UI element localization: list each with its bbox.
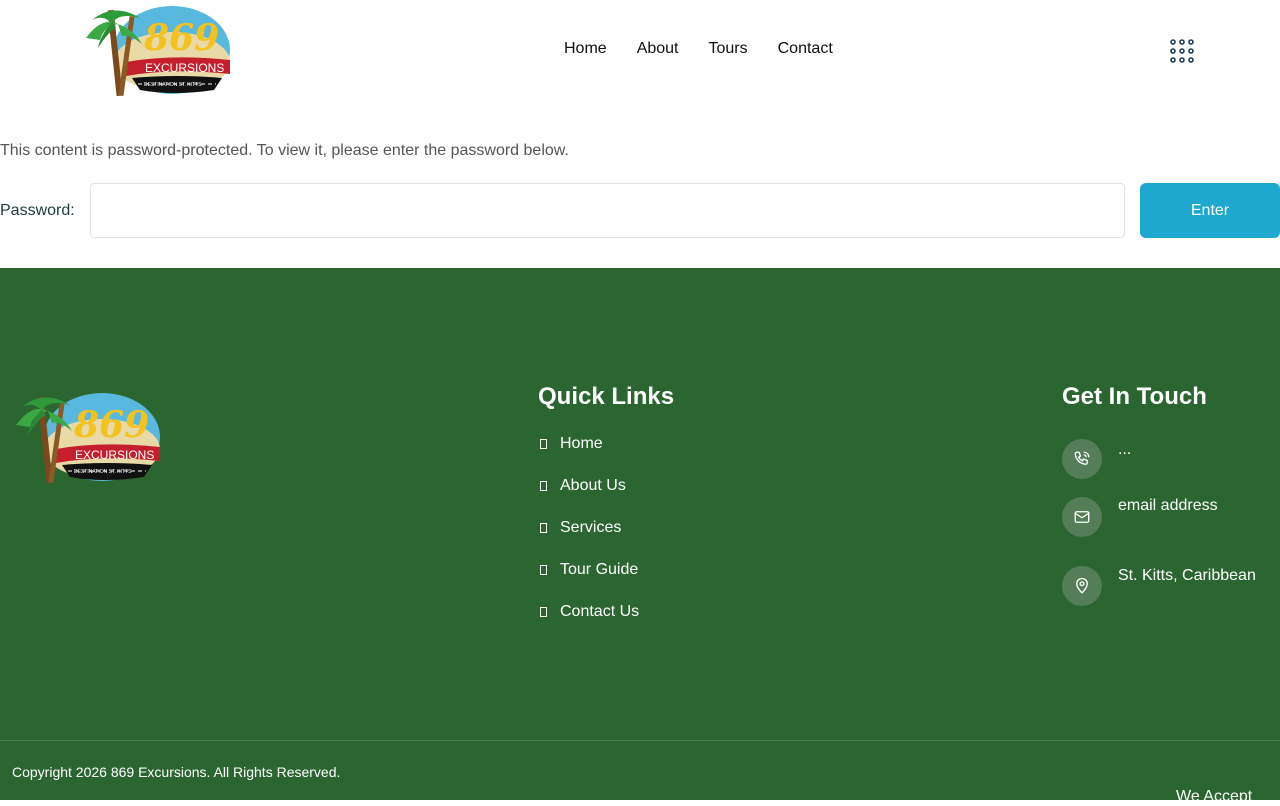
svg-text:869: 869: [73, 404, 149, 446]
svg-text:EXCURSIONS: EXCURSIONS: [75, 448, 154, 462]
quick-link-contact-us[interactable]: Contact Us: [538, 603, 639, 645]
main-nav: Home About Tours Contact: [564, 40, 833, 58]
enter-button[interactable]: Enter: [1140, 183, 1280, 238]
site-logo[interactable]: 869 EXCURSIONS DESTINATION ST. KITTS: [82, 2, 232, 98]
square-bullet-icon: [540, 523, 547, 533]
nav-contact[interactable]: Contact: [778, 40, 833, 58]
svg-text:DESTINATION ST. KITTS: DESTINATION ST. KITTS: [144, 82, 202, 88]
protected-message: This content is password-protected. To v…: [0, 142, 569, 159]
nav-home[interactable]: Home: [564, 40, 607, 58]
phone-icon: [1062, 439, 1102, 479]
password-input[interactable]: [90, 183, 1125, 238]
quick-link-tour-guide[interactable]: Tour Guide: [538, 561, 639, 603]
nav-tours[interactable]: Tours: [709, 40, 748, 58]
quick-link-label: Services: [560, 519, 622, 536]
svg-text:EXCURSIONS: EXCURSIONS: [145, 61, 224, 75]
password-label: Password:: [0, 202, 75, 219]
copyright-text: Copyright 2026 869 Excursions. All Right…: [12, 764, 341, 780]
quick-link-label: Home: [560, 435, 603, 452]
quick-link-home[interactable]: Home: [538, 435, 639, 477]
quick-link-label: About Us: [560, 477, 626, 494]
quick-link-label: Contact Us: [560, 603, 640, 620]
contact-location-text: St. Kitts, Caribbean: [1118, 567, 1256, 584]
quick-link-label: Tour Guide: [560, 561, 639, 578]
envelope-icon: [1062, 497, 1102, 537]
quick-links-list: Home About Us Services Tour Guide Contac…: [538, 435, 639, 645]
square-bullet-icon: [540, 607, 547, 617]
nav-about[interactable]: About: [637, 40, 679, 58]
quick-link-about-us[interactable]: About Us: [538, 477, 639, 519]
quick-link-services[interactable]: Services: [538, 519, 639, 561]
svg-text:869: 869: [143, 17, 219, 59]
square-bullet-icon: [540, 565, 547, 575]
svg-text:DESTINATION ST. KITTS: DESTINATION ST. KITTS: [74, 469, 132, 475]
we-accept-label: We Accept: [1176, 788, 1253, 805]
site-header: 869 EXCURSIONS DESTINATION ST. KITTS Hom…: [0, 0, 1280, 100]
square-bullet-icon: [540, 439, 547, 449]
contact-email-text: email address: [1118, 497, 1218, 514]
get-in-touch-title: Get In Touch: [1062, 383, 1207, 410]
quick-links-title: Quick Links: [538, 383, 675, 410]
footer-logo[interactable]: 869 EXCURSIONS DESTINATION ST. KITTS: [12, 388, 162, 486]
site-footer: 869 EXCURSIONS DESTINATION ST. KITTS Qui…: [0, 268, 1280, 805]
contact-phone-text: ...: [1118, 441, 1132, 458]
square-bullet-icon: [540, 481, 547, 491]
grid-dots-icon[interactable]: [1168, 37, 1196, 65]
map-pin-icon: [1062, 566, 1102, 606]
footer-divider: [0, 740, 1280, 741]
